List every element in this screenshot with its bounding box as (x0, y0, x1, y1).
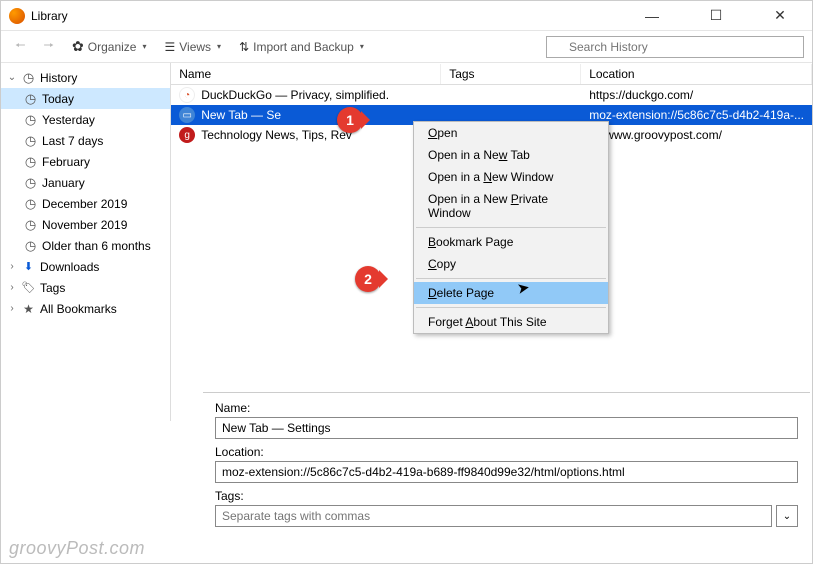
watermark: groovyPost.com (9, 538, 145, 559)
views-button[interactable]: Views▾ (158, 36, 227, 58)
tags-dropdown-button[interactable]: ⌄ (776, 505, 798, 527)
close-button[interactable]: ✕ (760, 2, 800, 30)
col-name[interactable]: Name (171, 64, 441, 84)
toolbar: 🠔 🠖 Organize▾ Views▾ Import and Backup▾ … (1, 31, 812, 63)
clock-icon (23, 175, 38, 190)
sidebar-bookmarks[interactable]: ›All Bookmarks (1, 298, 170, 319)
callout-1: 1 (337, 107, 363, 133)
minimize-button[interactable]: — (632, 2, 672, 30)
import-label: Import and Backup (253, 40, 354, 54)
details-tags-input[interactable] (215, 505, 772, 527)
row-name: DuckDuckGo — Privacy, simplified. (201, 88, 449, 102)
favicon-newtab: ▭ (179, 107, 195, 123)
details-pane: Name: Location: Tags: ⌄ (203, 392, 810, 541)
maximize-button[interactable]: ☐ (696, 2, 736, 30)
details-location-label: Location: (215, 445, 798, 459)
clock-icon (23, 196, 38, 211)
sidebar-item-label: Today (42, 92, 74, 106)
ctx-open-private[interactable]: Open in a New Private Window (414, 188, 608, 224)
clock-icon (23, 154, 38, 169)
ctx-open-newtab[interactable]: Open in a New Tab (414, 144, 608, 166)
sidebar-downloads-label: Downloads (40, 260, 99, 274)
details-tags-label: Tags: (215, 489, 798, 503)
sidebar-feb[interactable]: February (1, 151, 170, 172)
ctx-open[interactable]: Open (414, 122, 608, 144)
sidebar-older[interactable]: Older than 6 months (1, 235, 170, 256)
sidebar-item-label: Last 7 days (42, 134, 103, 148)
favicon-ddg: ◔ (179, 87, 195, 103)
gear-icon (72, 38, 84, 55)
import-icon (239, 40, 249, 54)
clock-icon (23, 91, 38, 106)
row-name: Technology News, Tips, Rev (201, 128, 449, 142)
clock-icon (21, 70, 36, 85)
sidebar-item-label: December 2019 (42, 197, 127, 211)
ctx-bookmark[interactable]: Bookmark Page (414, 231, 608, 253)
details-name-input[interactable] (215, 417, 798, 439)
row-location: moz-extension://5c86c7c5-d4b2-419a-... (589, 108, 812, 122)
context-menu: Open Open in a New Tab Open in a New Win… (413, 121, 609, 334)
sidebar: ⌄History Today Yesterday Last 7 days Feb… (1, 63, 171, 421)
search-wrap: ⌕ (546, 36, 804, 58)
favicon-groovy: g (179, 127, 195, 143)
clock-icon (23, 217, 38, 232)
forward-button: 🠖 (38, 32, 61, 61)
star-icon (21, 301, 36, 316)
sidebar-item-label: November 2019 (42, 218, 127, 232)
ctx-copy[interactable]: Copy (414, 253, 608, 275)
ctx-delete-page[interactable]: Delete Page (414, 282, 608, 304)
sidebar-item-label: Older than 6 months (42, 239, 151, 253)
clock-icon (23, 133, 38, 148)
row-location: s://www.groovypost.com/ (589, 128, 812, 142)
col-tags[interactable]: Tags (441, 64, 581, 84)
sidebar-yesterday[interactable]: Yesterday (1, 109, 170, 130)
organize-button[interactable]: Organize▾ (66, 34, 152, 59)
clock-icon (23, 112, 38, 127)
body: ⌄History Today Yesterday Last 7 days Feb… (1, 63, 812, 421)
history-row[interactable]: ◔ DuckDuckGo — Privacy, simplified. http… (171, 85, 812, 105)
views-label: Views (179, 40, 211, 54)
sidebar-downloads[interactable]: ›Downloads (1, 256, 170, 277)
tag-icon (21, 280, 36, 295)
search-input[interactable] (546, 36, 804, 58)
callout-2: 2 (355, 266, 381, 292)
column-headers: Name Tags Location (171, 63, 812, 85)
sidebar-item-label: Yesterday (42, 113, 95, 127)
title-bar: Library — ☐ ✕ (1, 1, 812, 31)
sidebar-item-label: February (42, 155, 90, 169)
sidebar-jan[interactable]: January (1, 172, 170, 193)
organize-label: Organize (88, 40, 137, 54)
col-location[interactable]: Location (581, 64, 812, 84)
ctx-forget[interactable]: Forget About This Site (414, 311, 608, 333)
sidebar-history-label: History (40, 71, 77, 85)
sidebar-last7[interactable]: Last 7 days (1, 130, 170, 151)
details-name-label: Name: (215, 401, 798, 415)
sidebar-item-label: January (42, 176, 85, 190)
row-name: New Tab — Se (201, 108, 449, 122)
ctx-separator (416, 227, 606, 228)
sidebar-nov19[interactable]: November 2019 (1, 214, 170, 235)
sidebar-dec19[interactable]: December 2019 (1, 193, 170, 214)
import-backup-button[interactable]: Import and Backup▾ (233, 36, 370, 58)
sidebar-tags-label: Tags (40, 281, 65, 295)
sidebar-history[interactable]: ⌄History (1, 67, 170, 88)
details-location-input[interactable] (215, 461, 798, 483)
window-controls: — ☐ ✕ (632, 2, 804, 30)
firefox-icon (9, 8, 25, 24)
sidebar-tags[interactable]: ›Tags (1, 277, 170, 298)
download-icon (21, 259, 36, 274)
row-location: https://duckgo.com/ (589, 88, 812, 102)
ctx-open-newwindow[interactable]: Open in a New Window (414, 166, 608, 188)
window-title: Library (31, 9, 68, 23)
sidebar-bookmarks-label: All Bookmarks (40, 302, 117, 316)
sidebar-today[interactable]: Today (1, 88, 170, 109)
ctx-separator (416, 307, 606, 308)
ctx-separator (416, 278, 606, 279)
back-button[interactable]: 🠔 (9, 32, 32, 61)
list-icon (164, 40, 175, 54)
clock-icon (23, 238, 38, 253)
